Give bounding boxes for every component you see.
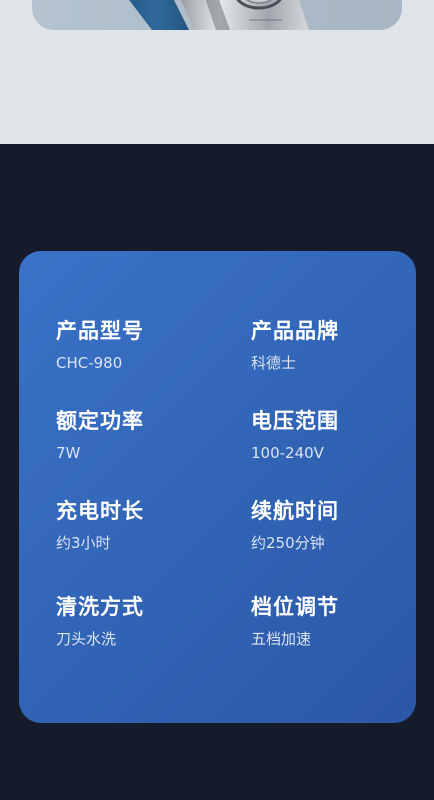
spec-value: 7W	[56, 444, 81, 462]
spec-value: CHC-980	[56, 354, 123, 372]
spec-panel: 产品型号 CHC-980 产品品牌 科德士 额定功率 7W 电压范围 100-2…	[19, 251, 416, 723]
spec-value: 五档加速	[251, 630, 312, 648]
spec-value: 科德士	[251, 354, 297, 372]
spec-value: 刀头水洗	[56, 630, 117, 648]
spec-value: 约250分钟	[251, 534, 325, 552]
spec-battery-life: 续航时间 约250分钟	[251, 498, 416, 553]
spec-cleaning-method: 清洗方式 刀头水洗	[56, 594, 221, 649]
spec-value: 约3小时	[56, 534, 111, 552]
spec-label: 续航时间	[251, 499, 339, 523]
spec-speed-settings: 档位调节 五档加速	[251, 594, 416, 649]
spec-rated-power: 额定功率 7W	[56, 408, 221, 463]
spec-label: 额定功率	[56, 409, 144, 433]
spec-model: 产品型号 CHC-980	[56, 318, 221, 373]
spec-voltage-range: 电压范围 100-240V	[251, 408, 416, 463]
spec-label: 产品型号	[56, 319, 144, 343]
spec-label: 电压范围	[251, 409, 339, 433]
product-image-card	[32, 0, 402, 30]
product-photo-section	[0, 0, 434, 144]
spec-label: 档位调节	[251, 595, 339, 619]
trimmer-product-image	[129, 0, 309, 30]
spec-brand: 产品品牌 科德士	[251, 318, 416, 373]
spec-label: 清洗方式	[56, 595, 144, 619]
spec-charging-time: 充电时长 约3小时	[56, 498, 221, 553]
spec-label: 产品品牌	[251, 319, 339, 343]
spec-label: 充电时长	[56, 499, 144, 523]
spec-value: 100-240V	[251, 444, 324, 462]
